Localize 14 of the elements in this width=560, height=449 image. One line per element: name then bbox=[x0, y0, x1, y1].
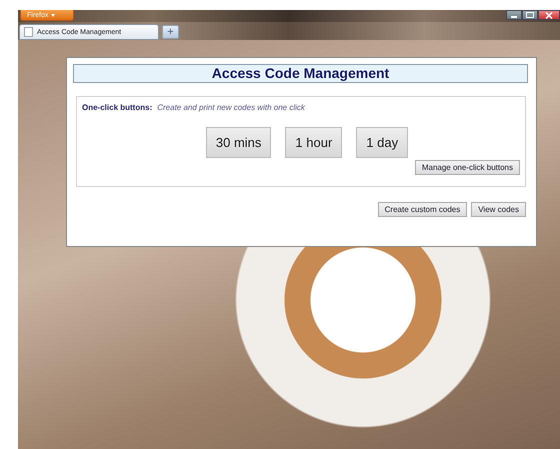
manage-button[interactable]: Manage one-click buttons bbox=[414, 160, 520, 175]
action-button[interactable]: View codes bbox=[471, 202, 526, 217]
duration-button[interactable]: 1 day bbox=[356, 127, 408, 158]
action-button[interactable]: Create custom codes bbox=[378, 202, 468, 217]
page-title: Access Code Management bbox=[73, 64, 528, 83]
maximize-icon[interactable] bbox=[522, 10, 538, 20]
minimize-icon[interactable] bbox=[506, 10, 522, 20]
new-tab-button[interactable]: + bbox=[162, 25, 179, 39]
duration-button[interactable]: 1 hour bbox=[285, 127, 342, 158]
close-icon[interactable] bbox=[538, 10, 560, 20]
section-label: One-click buttons: bbox=[82, 103, 152, 112]
duration-button[interactable]: 30 mins bbox=[206, 127, 272, 158]
page-icon bbox=[24, 27, 33, 37]
section-description: Create and print new codes with one click bbox=[157, 103, 305, 112]
